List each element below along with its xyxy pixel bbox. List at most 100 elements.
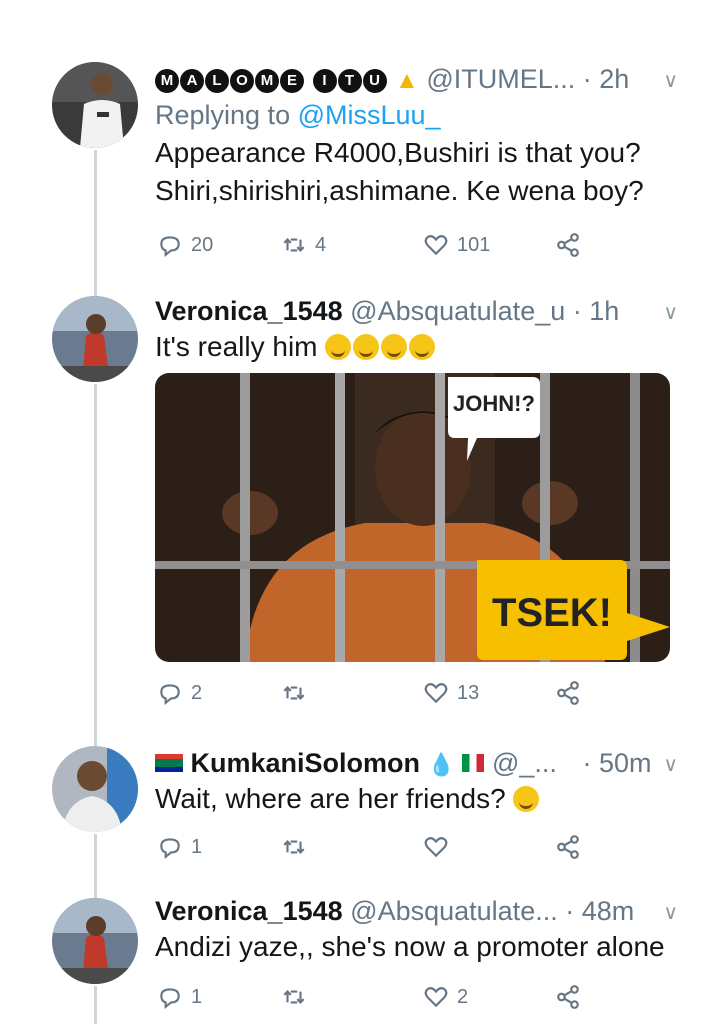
tweet-text-line: Shiri,shirishiri,ashimane. Ke wena boy?	[155, 175, 644, 206]
name-letter: E	[280, 69, 304, 93]
reply-icon	[160, 684, 180, 706]
chevron-down-icon[interactable]: ∨	[663, 752, 678, 777]
mention-link[interactable]: @MissLuu_	[298, 100, 441, 130]
sweat-droplets-icon: 💧	[427, 752, 455, 777]
separator: ·	[572, 296, 582, 326]
timestamp[interactable]: 50m	[599, 748, 652, 778]
like-button[interactable]: 13	[423, 680, 479, 706]
replying-to: Replying to @MissLuu_	[155, 96, 670, 134]
like-icon	[424, 837, 448, 858]
separator: ·	[565, 896, 575, 926]
tweet-text-line: Andizi yaze,, she's now a promoter alone	[155, 931, 665, 962]
separator: ·	[582, 748, 592, 778]
handle[interactable]: @_...	[492, 748, 557, 778]
reply-button[interactable]: 2	[157, 680, 202, 706]
tweet-actions: 1	[155, 834, 595, 864]
avatar[interactable]	[52, 898, 138, 984]
share-icon	[557, 835, 579, 859]
tweet-text: Appearance R4000,Bushiri is that you? Sh…	[155, 134, 670, 210]
retweet-button[interactable]	[281, 834, 315, 860]
replying-label: Replying to	[155, 100, 291, 130]
flag-icon	[155, 754, 183, 772]
avatar[interactable]	[52, 746, 138, 832]
display-name[interactable]: Veronica_1548	[155, 896, 343, 926]
tweet-text-line: Appearance R4000,Bushiri is that you?	[155, 137, 641, 168]
chevron-down-icon[interactable]: ∨	[663, 68, 678, 93]
retweet-icon	[283, 686, 305, 700]
like-count: 13	[457, 681, 480, 704]
laughing-emoji-icon	[325, 331, 437, 362]
like-button[interactable]	[423, 834, 457, 860]
retweet-icon	[283, 238, 305, 252]
speech-bubble-text: JOHN!?	[453, 391, 535, 416]
reply-icon	[160, 838, 180, 860]
share-button[interactable]	[555, 834, 589, 860]
tweet-text: It's really him	[155, 328, 670, 366]
tweet-text: Wait, where are her friends?	[155, 780, 670, 818]
separator: ·	[582, 64, 592, 94]
share-button[interactable]	[555, 680, 589, 706]
share-button[interactable]	[555, 232, 589, 258]
reply-count: 1	[191, 835, 203, 858]
name-letter: L	[205, 69, 229, 93]
display-name[interactable]: MALOME ITU	[155, 64, 395, 94]
reply-button[interactable]: 1	[157, 984, 202, 1010]
reply-count: 1	[191, 985, 203, 1008]
timestamp[interactable]: 1h	[589, 296, 619, 326]
reply-icon	[160, 988, 180, 1010]
display-name[interactable]: Veronica_1548	[155, 296, 343, 326]
thread-line	[94, 986, 97, 1024]
thinking-face-icon	[513, 786, 540, 812]
like-icon	[424, 683, 448, 704]
tweet-image[interactable]: JOHN!? TSEK!	[155, 373, 670, 662]
tweet-text-line: It's really him	[155, 331, 318, 362]
like-icon	[424, 987, 448, 1008]
timestamp[interactable]: 2h	[599, 64, 629, 94]
tweet-actions: 1 2	[155, 984, 595, 1014]
share-icon	[557, 233, 579, 257]
tweet-text-line: Wait, where are her friends?	[155, 783, 506, 814]
reply-count: 20	[191, 233, 214, 256]
reply-icon	[160, 236, 180, 258]
chevron-down-icon[interactable]: ∨	[663, 900, 678, 925]
like-icon	[424, 235, 448, 256]
retweet-button[interactable]: 4	[281, 232, 326, 258]
reply-button[interactable]: 1	[157, 834, 202, 860]
speech-bubble-text: TSEK!	[492, 591, 612, 635]
like-count: 2	[457, 985, 469, 1008]
like-count: 101	[457, 233, 491, 256]
avatar[interactable]	[52, 62, 138, 148]
retweet-count: 4	[315, 233, 327, 256]
flag-icon	[462, 754, 485, 772]
handle[interactable]: @Absquatulate...	[350, 896, 558, 926]
reply-count: 2	[191, 681, 203, 704]
share-icon	[557, 985, 579, 1009]
thumbs-up-icon: ▲	[395, 67, 419, 94]
avatar[interactable]	[52, 296, 138, 382]
timestamp[interactable]: 48m	[582, 896, 635, 926]
like-button[interactable]: 2	[423, 984, 468, 1010]
chevron-down-icon[interactable]: ∨	[663, 300, 678, 325]
retweet-icon	[283, 840, 305, 854]
thread-line	[94, 150, 97, 298]
name-letter: A	[180, 69, 204, 93]
thread-line	[94, 384, 97, 746]
reply-button[interactable]: 20	[157, 232, 213, 258]
like-button[interactable]: 101	[423, 232, 490, 258]
tweet-actions: 2 13	[155, 680, 595, 710]
thread-line	[94, 834, 97, 900]
tweet-text: Andizi yaze,, she's now a promoter alone	[155, 928, 670, 966]
handle[interactable]: @Absquatulate_u	[350, 296, 565, 326]
name-letter: M	[255, 69, 279, 93]
name-letter: U	[362, 69, 387, 93]
display-name[interactable]: KumkaniSolomon	[191, 748, 421, 778]
retweet-icon	[283, 990, 305, 1004]
retweet-button[interactable]	[281, 680, 315, 706]
handle[interactable]: @ITUMEL...	[426, 64, 575, 94]
tweet-actions: 20 4 101	[155, 232, 595, 262]
name-letter: M	[155, 69, 179, 93]
share-button[interactable]	[555, 984, 589, 1010]
name-letter: O	[230, 69, 254, 93]
retweet-button[interactable]	[281, 984, 315, 1010]
name-letter: T	[337, 69, 362, 93]
